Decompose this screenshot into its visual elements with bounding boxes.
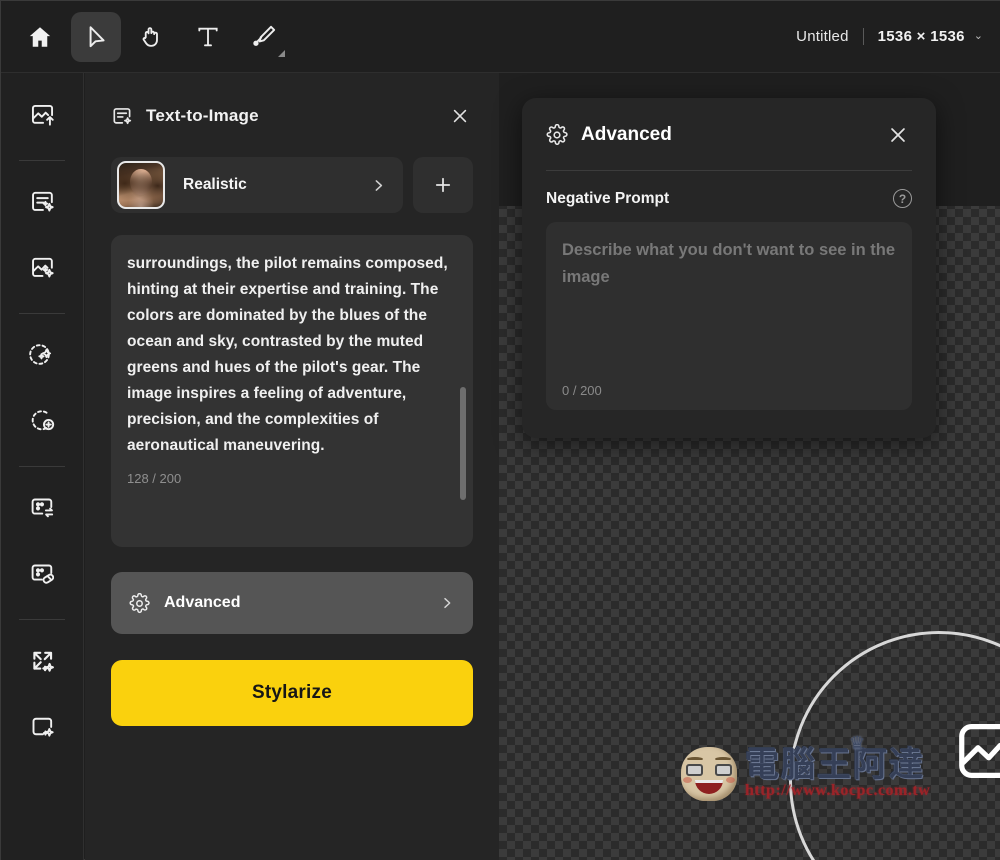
extend-canvas-icon bbox=[29, 713, 56, 745]
document-title[interactable]: Untitled bbox=[796, 28, 848, 45]
style-selector[interactable]: Realistic bbox=[111, 157, 403, 213]
image-placeholder-circle bbox=[789, 631, 1000, 860]
brush-options-caret[interactable] bbox=[278, 49, 285, 57]
brush-tool-button[interactable] bbox=[239, 12, 289, 62]
style-selector-row: Realistic bbox=[111, 157, 473, 213]
help-icon[interactable]: ? bbox=[893, 189, 912, 208]
chevron-down-icon[interactable]: ⌄ bbox=[974, 31, 983, 42]
expand-image-icon bbox=[29, 647, 56, 679]
negative-prompt-char-counter: 0 / 200 bbox=[562, 383, 602, 398]
rail-divider bbox=[19, 466, 65, 467]
home-icon bbox=[27, 24, 53, 50]
advanced-panel: Advanced Negative Prompt ? Describe what… bbox=[522, 98, 936, 438]
negative-prompt-label-row: Negative Prompt ? bbox=[546, 189, 912, 208]
prompt-input[interactable]: surroundings, the pilot remains composed… bbox=[111, 235, 473, 547]
divider bbox=[546, 170, 912, 171]
image-to-image-icon bbox=[29, 254, 56, 286]
sidebar-item-upload-image[interactable] bbox=[16, 91, 68, 143]
app-window: Untitled 1536 × 1536 ⌄ Text-to-Image Rea… bbox=[0, 0, 1000, 860]
watermark-face-icon bbox=[681, 747, 737, 801]
close-icon[interactable] bbox=[447, 103, 473, 129]
gear-icon bbox=[129, 592, 150, 614]
brush-tool-icon bbox=[251, 23, 278, 50]
cursor-select-icon bbox=[83, 24, 109, 50]
negative-prompt-input[interactable]: Describe what you don't want to see in t… bbox=[546, 222, 912, 410]
advanced-settings-button[interactable]: Advanced bbox=[111, 572, 473, 634]
stylarize-button[interactable]: Stylarize bbox=[111, 660, 473, 726]
top-toolbar: Untitled 1536 × 1536 ⌄ bbox=[1, 1, 1000, 73]
prompt-scrollbar[interactable] bbox=[460, 387, 466, 500]
sidebar-item-erase-object[interactable] bbox=[16, 550, 68, 602]
advanced-label: Advanced bbox=[164, 594, 241, 611]
hand-pan-icon bbox=[139, 24, 165, 50]
document-info: Untitled 1536 × 1536 ⌄ bbox=[796, 28, 1000, 45]
image-upload-icon bbox=[29, 101, 56, 133]
rail-divider bbox=[19, 619, 65, 620]
prompt-char-counter: 128 / 200 bbox=[127, 471, 182, 486]
style-name-label: Realistic bbox=[183, 176, 247, 193]
chevron-right-icon bbox=[370, 177, 387, 194]
sidebar-item-magic-select[interactable] bbox=[16, 331, 68, 383]
home-button[interactable] bbox=[15, 12, 65, 62]
sidebar-item-select-add[interactable] bbox=[16, 397, 68, 449]
prompt-text: surroundings, the pilot remains composed… bbox=[127, 255, 453, 454]
chevron-right-icon bbox=[439, 595, 455, 611]
plus-icon bbox=[435, 177, 451, 193]
text-to-image-icon bbox=[29, 188, 56, 220]
text-tool-button[interactable] bbox=[183, 12, 233, 62]
advanced-panel-header: Advanced bbox=[546, 120, 912, 150]
sidebar-item-text-to-image[interactable] bbox=[16, 178, 68, 230]
add-style-button[interactable] bbox=[413, 157, 473, 213]
sidebar-item-extend-canvas[interactable] bbox=[16, 703, 68, 755]
gear-icon bbox=[546, 124, 568, 146]
document-size[interactable]: 1536 × 1536 bbox=[878, 28, 965, 45]
erase-object-icon bbox=[29, 560, 56, 592]
sidebar-item-image-to-image[interactable] bbox=[16, 244, 68, 296]
pan-tool-button[interactable] bbox=[127, 12, 177, 62]
text-to-image-icon bbox=[111, 105, 133, 127]
tool-group bbox=[1, 11, 289, 62]
rail-divider bbox=[19, 313, 65, 314]
image-placeholder-icon bbox=[952, 712, 1000, 795]
select-tool-button[interactable] bbox=[71, 11, 121, 62]
left-tool-rail bbox=[1, 73, 84, 860]
sidebar-item-replace-object[interactable] bbox=[16, 484, 68, 536]
text-to-image-panel: Text-to-Image Realistic surroundings, th… bbox=[85, 73, 499, 860]
title-separator bbox=[862, 28, 864, 45]
sidebar-item-expand-image[interactable] bbox=[16, 637, 68, 689]
advanced-panel-title: Advanced bbox=[581, 124, 672, 145]
text-tool-icon bbox=[195, 24, 221, 50]
select-add-icon bbox=[29, 407, 56, 439]
panel-title: Text-to-Image bbox=[146, 106, 259, 125]
close-icon[interactable] bbox=[884, 121, 912, 149]
negative-prompt-placeholder: Describe what you don't want to see in t… bbox=[562, 241, 896, 286]
magic-select-icon bbox=[26, 341, 57, 373]
style-thumbnail bbox=[117, 161, 165, 209]
negative-prompt-label: Negative Prompt bbox=[546, 189, 670, 207]
panel-header: Text-to-Image bbox=[111, 101, 473, 131]
replace-object-icon bbox=[29, 494, 56, 526]
rail-divider bbox=[19, 160, 65, 161]
